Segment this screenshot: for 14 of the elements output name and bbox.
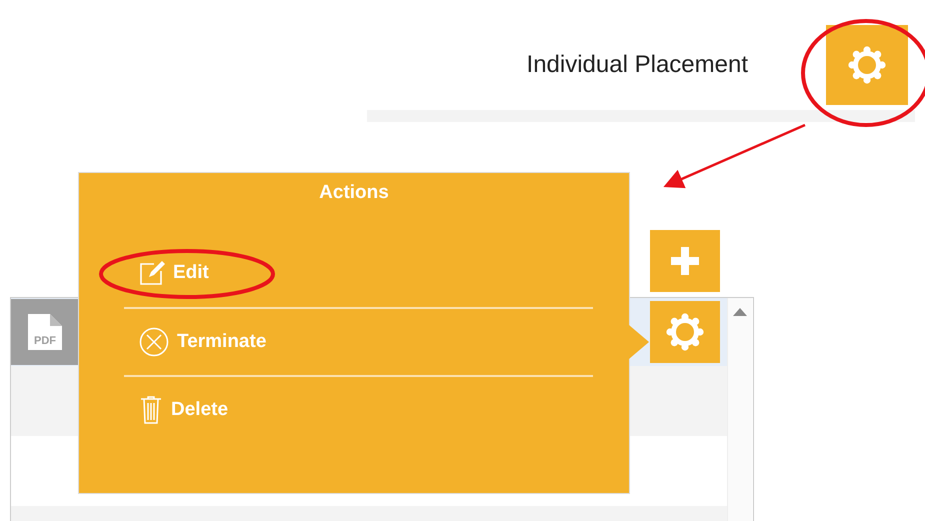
scrollbar[interactable] bbox=[727, 298, 752, 521]
edit-icon bbox=[139, 260, 165, 286]
close-circle-icon bbox=[139, 327, 169, 357]
menu-item[interactable]: Delete bbox=[139, 396, 228, 424]
scroll-up-icon[interactable] bbox=[733, 308, 747, 316]
menu-title: Actions bbox=[319, 181, 389, 205]
trash-icon bbox=[139, 396, 163, 424]
pdf-file-icon: PDF bbox=[26, 313, 62, 351]
page-title: Individual Placement bbox=[526, 51, 748, 79]
add-button[interactable] bbox=[650, 230, 720, 292]
menu-item[interactable]: Edit bbox=[139, 260, 209, 286]
menu-item[interactable]: Terminate bbox=[139, 327, 266, 357]
plus-icon bbox=[670, 246, 700, 276]
settings-button[interactable] bbox=[826, 25, 908, 105]
